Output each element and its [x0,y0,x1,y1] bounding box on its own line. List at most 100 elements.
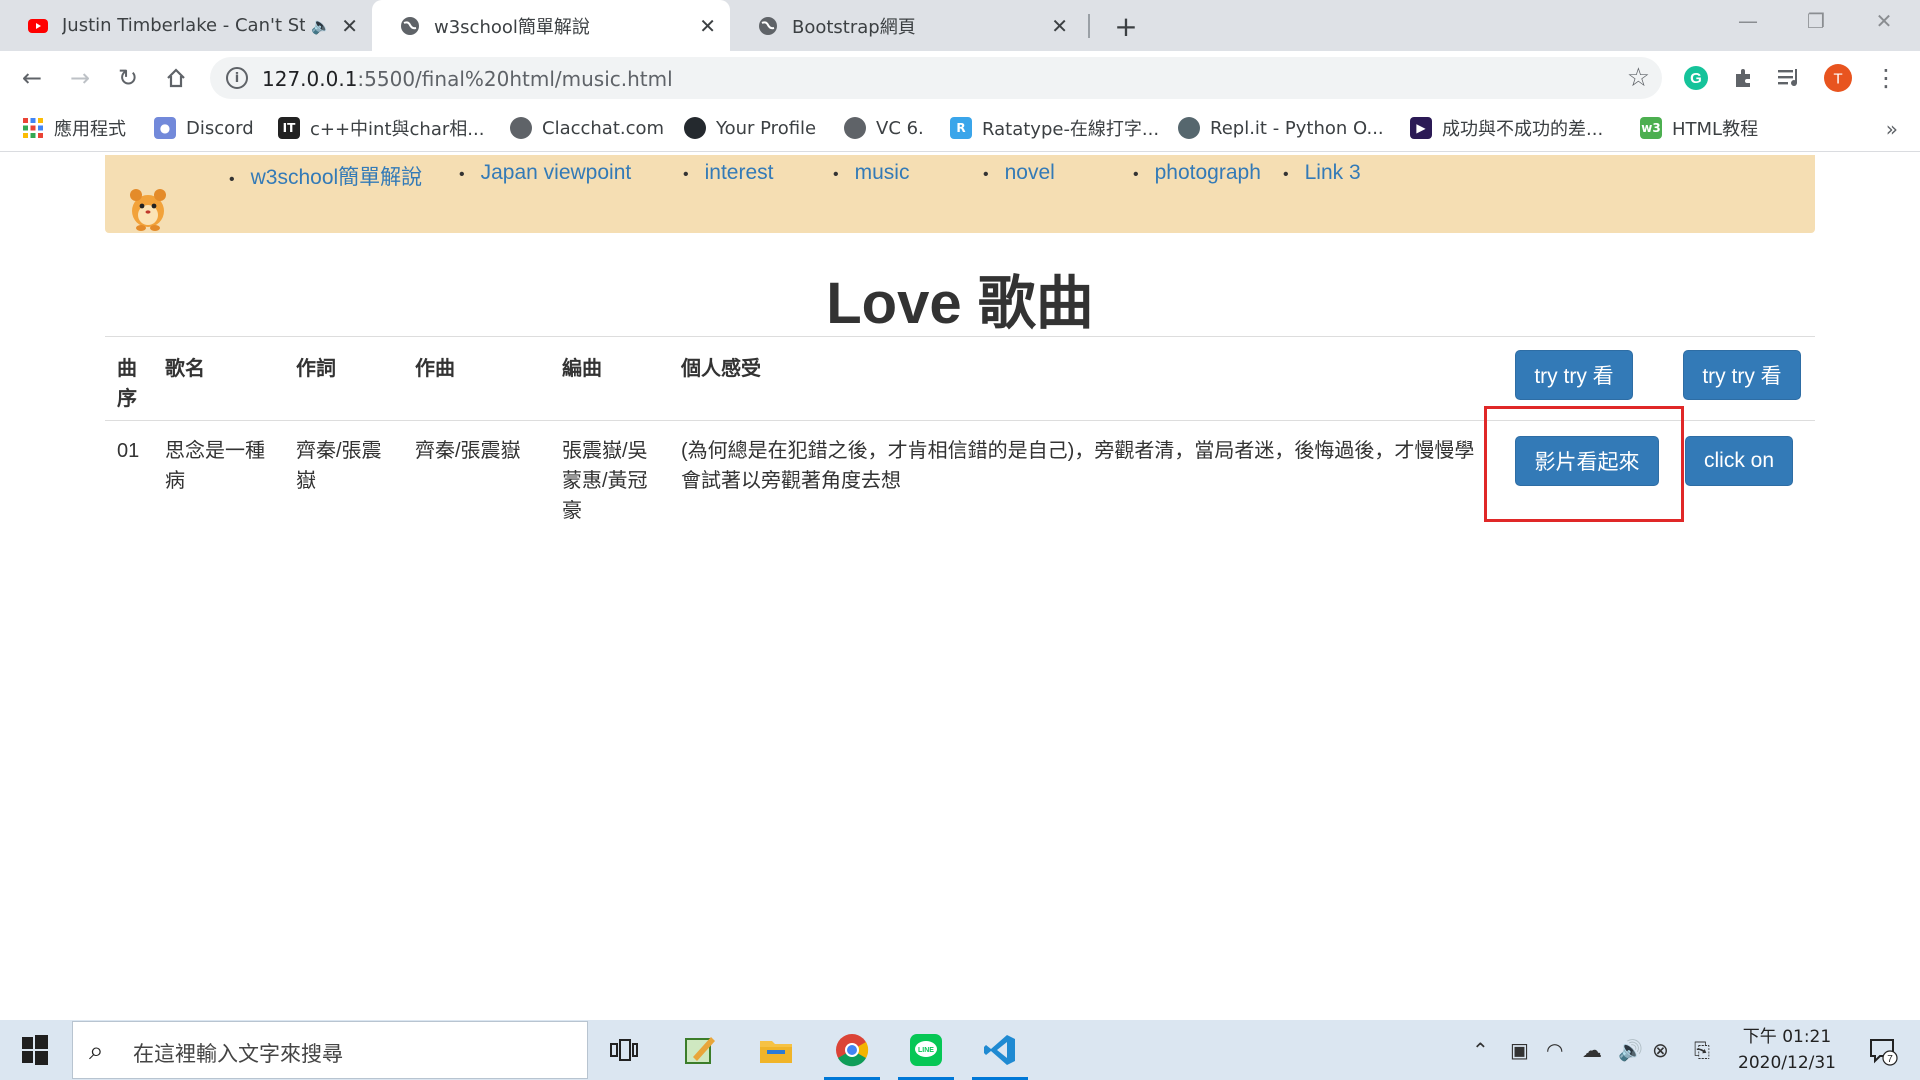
reload-button[interactable]: ↻ [110,60,146,96]
media-control-icon[interactable] [1776,64,1804,92]
try-button-2[interactable]: try try 看 [1683,350,1801,400]
taskbar-app-file-explorer[interactable] [746,1020,806,1080]
close-icon[interactable]: ✕ [341,14,358,38]
close-icon[interactable]: ✕ [1051,14,1068,38]
address-bar[interactable]: i 127.0.0.1:5500/final%20html/music.html… [210,57,1662,99]
header-composer: 作曲 [415,358,455,380]
site-navbar: w3school簡單解說 Japan viewpoint interest mu… [105,155,1815,233]
tab-title: Justin Timberlake - Can't St [62,15,306,36]
bookmark-cpp[interactable]: IT c++中int與char相... [278,115,484,141]
nav-link-novel[interactable]: novel [983,161,1055,185]
click-on-button[interactable]: click on [1685,436,1793,486]
github-icon [684,117,706,139]
taskbar-app-line[interactable]: LINE [896,1020,956,1080]
ithome-icon: IT [278,117,300,139]
svg-text:T: T [1833,71,1842,88]
taskbar-app-vscode[interactable] [970,1020,1030,1080]
profile-avatar[interactable]: T [1824,64,1852,92]
play-icon: ▶ [1410,117,1432,139]
youtube-icon [28,18,48,33]
search-placeholder: 在這裡輸入文字來搜尋 [133,1042,343,1066]
highlight-annotation-box [1484,406,1684,522]
nav-link-photograph[interactable]: photograph [1133,161,1261,185]
cell-lyricist: 齊秦/張震嶽 [296,440,382,492]
taskbar-app-chrome[interactable] [822,1020,882,1080]
new-tab-button[interactable]: + [1108,8,1144,44]
bookmark-apps[interactable]: 應用程式 [22,115,126,141]
bookmark-discord[interactable]: ● Discord [154,115,254,141]
svg-text:G: G [1690,70,1702,87]
vscode-icon [984,1035,1015,1065]
globe-icon [759,16,777,35]
tab-separator [1088,14,1090,38]
chrome-icon [836,1034,869,1067]
bookmark-clacchat[interactable]: Clacchat.com [510,115,664,141]
tab-strip: Justin Timberlake - Can't St 🔈 ✕ w3schoo… [0,0,1920,51]
no-network-icon[interactable]: ⊗ [1652,1038,1669,1062]
cell-song-name: 思念是一種病 [165,440,265,492]
apps-grid-icon [23,118,43,138]
bookmark-video[interactable]: ▶ 成功與不成功的差... [1410,115,1603,141]
discord-icon: ● [154,117,176,139]
browser-menu-icon[interactable]: ⋮ [1872,64,1900,92]
onedrive-icon[interactable]: ☁ [1582,1038,1602,1062]
bookmark-star-icon[interactable]: ☆ [1627,63,1650,93]
notification-count: 7 [1887,1054,1893,1065]
nav-link-w3school[interactable]: w3school簡單解說 [229,161,423,191]
globe-icon [844,117,866,139]
task-view-icon [610,1039,638,1061]
task-view-button[interactable] [594,1020,654,1080]
replit-icon [1178,117,1200,139]
action-center-icon[interactable]: 7 [1868,1036,1898,1066]
site-info-icon[interactable]: i [226,67,248,89]
try-button-1[interactable]: try try 看 [1515,350,1633,400]
windows-start-icon[interactable] [12,1034,56,1066]
taskbar-app-notepad[interactable] [670,1020,730,1080]
bookmark-your-profile[interactable]: Your Profile [684,115,816,141]
tab-bootstrap[interactable]: Bootstrap網頁 ✕ [730,0,1082,51]
volume-icon[interactable]: 🔊 [1618,1038,1643,1062]
window-close-button[interactable]: ✕ [1850,0,1918,42]
nav-link-music[interactable]: music [833,161,910,185]
close-icon[interactable]: ✕ [699,14,716,38]
minimize-button[interactable]: — [1714,0,1782,42]
grammarly-icon[interactable]: G [1682,64,1710,92]
wifi-icon[interactable]: ◠ [1546,1038,1563,1062]
tab-title: Bootstrap網頁 [792,16,916,38]
restore-button[interactable]: ❐ [1782,0,1850,42]
bookmark-vc6[interactable]: VC 6. [844,115,924,141]
taskbar-search[interactable]: ⌕ 在這裡輸入文字來搜尋 [72,1021,588,1079]
browser-toolbar: ← → ↻ i 127.0.0.1:5500/final%20html/musi… [0,51,1920,105]
header-feeling: 個人感受 [681,358,761,380]
windows-taskbar: ⌕ 在這裡輸入文字來搜尋 LINE ⌃ ▣ ◠ ☁ 🔊 ⊗ ⎘ 下午 01:21… [0,1020,1920,1080]
bookmark-ratatype[interactable]: R Ratatype-在線打字... [950,115,1159,141]
ratatype-icon: R [950,117,972,139]
taskbar-clock[interactable]: 下午 01:21 2020/12/31 [1738,1024,1836,1076]
ime-icon[interactable]: ⎘ [1694,1038,1710,1062]
header-track-no: 曲序 [117,358,137,410]
forward-button[interactable]: → [62,60,98,96]
tab-w3school[interactable]: w3school簡單解說 ✕ [372,0,730,51]
bookmarks-overflow-icon[interactable]: » [1886,117,1898,141]
url-text[interactable]: 127.0.0.1:5500/final%20html/music.html [262,67,673,91]
cell-track-no: 01 [117,440,140,462]
bookmark-html-tutorial[interactable]: w3 HTML教程 [1640,115,1758,141]
speaker-muted-icon[interactable]: 🔈 [311,16,331,35]
tray-overflow-icon[interactable]: ⌃ [1472,1038,1489,1062]
w3-icon: w3 [1640,117,1662,139]
bookmarks-bar: 應用程式 ● Discord IT c++中int與char相... Clacc… [0,105,1920,152]
extensions-puzzle-icon[interactable] [1730,64,1758,92]
nav-link-japan-viewpoint[interactable]: Japan viewpoint [459,161,632,185]
search-icon: ⌕ [89,1036,104,1066]
tab-youtube[interactable]: Justin Timberlake - Can't St 🔈 ✕ [0,0,372,51]
bookmark-replit[interactable]: Repl.it - Python O... [1178,115,1384,141]
nav-link-interest[interactable]: interest [683,161,774,185]
line-app-icon: LINE [910,1034,942,1066]
clock-date: 2020/12/31 [1738,1053,1836,1073]
nav-link-link3[interactable]: Link 3 [1283,161,1361,185]
home-button[interactable] [158,60,194,96]
back-button[interactable]: ← [14,60,50,96]
header-arranger: 編曲 [562,358,602,380]
cell-arranger: 張震嶽/吳蒙惠/黃冠豪 [562,440,648,522]
meet-now-icon[interactable]: ▣ [1510,1038,1529,1062]
